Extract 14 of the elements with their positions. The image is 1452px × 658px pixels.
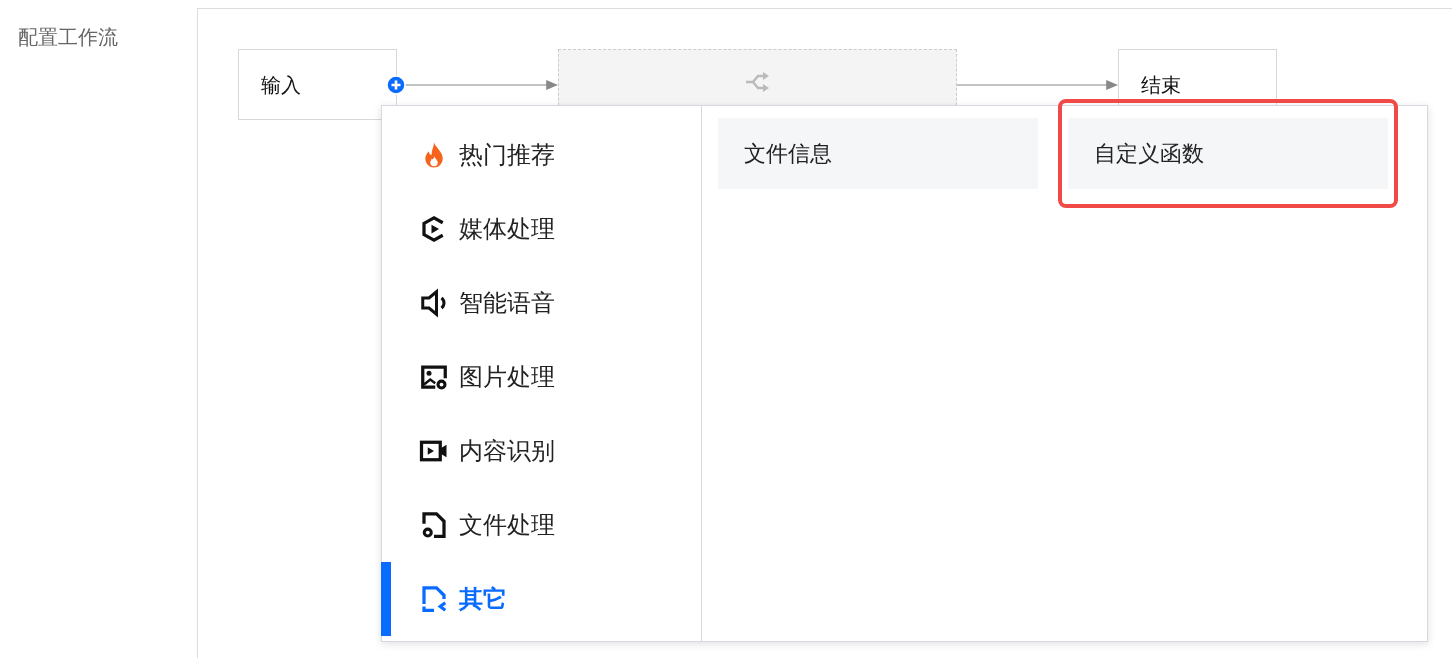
category-item[interactable]: 热门推荐 bbox=[381, 118, 701, 192]
flow-node[interactable]: 输入 bbox=[238, 49, 397, 120]
option-card[interactable]: 自定义函数 bbox=[1068, 118, 1388, 189]
category-item[interactable]: 其它 bbox=[381, 562, 701, 636]
category-item[interactable]: 文件处理 bbox=[381, 488, 701, 562]
category-item[interactable]: 智能语音 bbox=[381, 266, 701, 340]
document-icon bbox=[419, 584, 449, 614]
field-label: 配置工作流 bbox=[18, 25, 118, 49]
category-item[interactable]: 内容识别 bbox=[381, 414, 701, 488]
category-item[interactable]: 图片处理 bbox=[381, 340, 701, 414]
add-icon[interactable] bbox=[386, 75, 406, 95]
branch-icon bbox=[745, 72, 770, 92]
option-card[interactable]: 文件信息 bbox=[718, 118, 1038, 189]
category-item[interactable]: 媒体处理 bbox=[381, 192, 701, 266]
